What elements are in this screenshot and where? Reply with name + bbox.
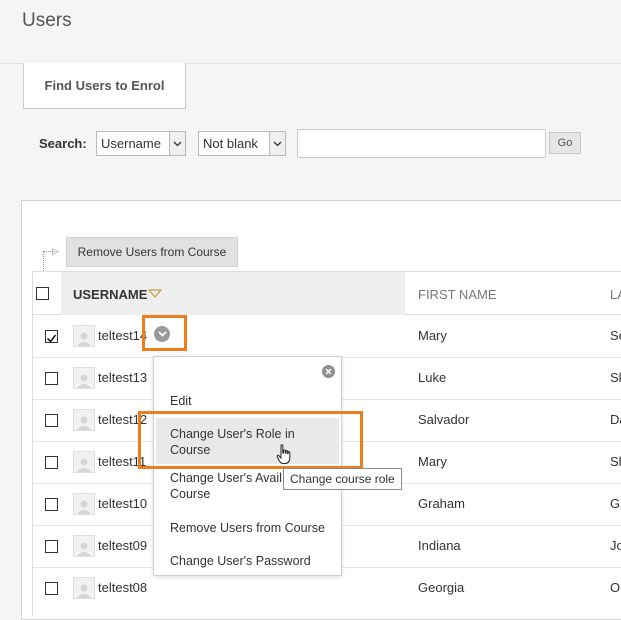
page-title: Users [22,10,72,31]
last-name-column-header[interactable]: LA [610,287,621,302]
menu-item-change-availability[interactable]: Change User's Avail Course [170,470,282,502]
avatar [73,577,95,599]
select-all-checkbox[interactable] [36,287,49,300]
user-icon [77,500,91,514]
username-cell[interactable]: teltest08 [98,580,147,595]
first-name-cell: Salvador [418,412,470,427]
find-users-button[interactable]: Find Users to Enrol [23,63,186,109]
row-checkbox[interactable] [45,330,58,343]
user-icon [77,458,91,472]
last-name-cell: Sk [610,370,621,385]
user-icon [77,416,91,430]
search-condition-select-value: Not blank [203,136,258,151]
search-field-select[interactable]: Username [96,131,186,156]
row-checkbox[interactable] [45,582,58,595]
first-name-cell: Luke [418,370,447,385]
user-icon [77,332,91,346]
last-name-cell: Sh [610,454,621,469]
username-cell[interactable]: teltest14 [98,328,147,343]
search-input[interactable] [297,129,546,158]
username-cell[interactable]: teltest09 [98,538,147,553]
last-name-cell: O [610,580,621,595]
username-column-header[interactable]: USERNAME [73,287,147,302]
row-checkbox[interactable] [45,414,58,427]
chevron-down-icon [169,132,185,155]
user-icon [77,584,91,598]
menu-item-edit[interactable]: Edit [170,393,192,409]
hand-cursor-icon [276,444,291,464]
avatar [73,325,95,347]
menu-item-label: Change User's Avail [170,471,282,485]
row-checkbox[interactable] [45,540,58,553]
avatar [73,493,95,515]
tooltip: Change course role [283,468,402,490]
first-name-cell: Georgia [418,580,465,595]
first-name-cell: Mary [418,328,447,343]
chevron-down-icon [269,132,285,155]
user-icon [77,542,91,556]
last-name-cell: Se [610,328,621,343]
first-name-cell: Graham [418,496,465,511]
first-name-column-header[interactable]: FIRST NAME [418,287,497,302]
search-condition-select[interactable]: Not blank [198,131,286,156]
go-button[interactable]: Go [549,132,581,154]
search-label: Search: [39,136,87,151]
search-field-select-value: Username [101,136,161,151]
menu-item-highlight-box [138,411,363,469]
menu-item-change-password[interactable]: Change User's Password [170,553,311,569]
user-icon [77,374,91,388]
close-icon[interactable] [322,365,335,378]
row-checkbox[interactable] [45,372,58,385]
menu-item-remove-users[interactable]: Remove Users from Course [170,520,325,536]
username-cell[interactable]: teltest10 [98,496,147,511]
avatar [73,535,95,557]
last-name-cell: Jo [610,538,621,553]
checkmark-icon [46,334,57,343]
chevron-highlight-box [142,315,187,351]
first-name-cell: Mary [418,454,447,469]
sort-down-icon[interactable] [148,289,162,298]
avatar [73,451,95,473]
username-cell[interactable]: teltest13 [98,370,147,385]
arrow-right-icon: ▷ [52,246,59,256]
row-checkbox[interactable] [45,456,58,469]
menu-item-label: Course [170,487,211,501]
last-name-cell: Da [610,412,621,427]
first-name-cell: Indiana [418,538,461,553]
row-checkbox[interactable] [45,498,58,511]
remove-users-button[interactable]: Remove Users from Course [66,237,238,267]
avatar [73,409,95,431]
avatar [73,367,95,389]
last-name-cell: Gr [610,496,621,511]
